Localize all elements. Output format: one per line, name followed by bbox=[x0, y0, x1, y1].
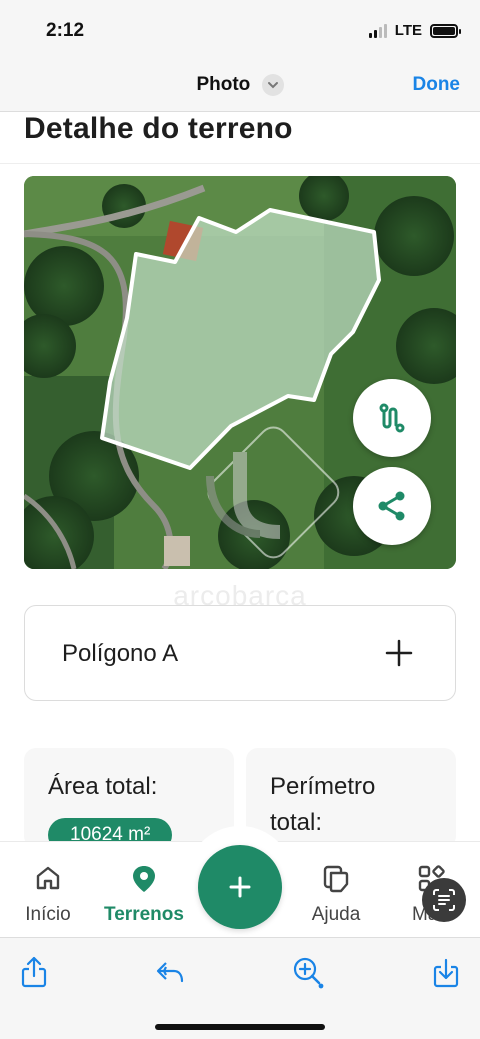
status-time: 2:12 bbox=[46, 20, 85, 41]
tab-inicio[interactable]: Início bbox=[8, 842, 88, 926]
home-icon bbox=[36, 866, 60, 890]
polygon-accordion[interactable]: Polígono A bbox=[24, 605, 456, 701]
share-button[interactable] bbox=[353, 467, 431, 545]
done-button[interactable]: Done bbox=[413, 74, 461, 96]
perimeter-total-label: Perímetro total: bbox=[270, 769, 375, 841]
perimeter-label-line1: Perímetro bbox=[270, 773, 376, 800]
plus-icon[interactable] bbox=[385, 639, 413, 667]
reply-button[interactable] bbox=[152, 954, 188, 990]
network-type: LTE bbox=[394, 22, 422, 39]
reply-icon bbox=[156, 962, 184, 983]
add-terrain-button[interactable] bbox=[198, 845, 282, 929]
area-total-card: Área total: 10624 m² bbox=[24, 748, 234, 852]
app-tab-bar: Início Terrenos Ajuda bbox=[0, 826, 480, 937]
live-text-button[interactable] bbox=[422, 878, 466, 922]
zoom-in-icon bbox=[293, 957, 324, 989]
status-bar: 2:12 LTE bbox=[0, 0, 480, 60]
page-title: Detalhe do terreno bbox=[24, 112, 293, 145]
battery-icon bbox=[430, 23, 461, 38]
route-icon bbox=[379, 403, 405, 433]
photo-title: Photo bbox=[196, 74, 251, 96]
divider bbox=[0, 163, 480, 164]
save-button[interactable] bbox=[428, 954, 464, 990]
terrain-map[interactable] bbox=[24, 176, 456, 569]
photo-viewer-toolbar bbox=[0, 937, 480, 1039]
tab-ajuda-label: Ajuda bbox=[311, 904, 361, 925]
status-indicators: LTE bbox=[368, 22, 461, 39]
polygon-name: Polígono A bbox=[62, 640, 179, 667]
share-icon bbox=[378, 491, 405, 521]
photo-title-menu[interactable]: Photo bbox=[0, 74, 480, 96]
cellular-signal-icon bbox=[368, 23, 387, 38]
map-pin-icon bbox=[133, 866, 155, 892]
photo-viewer-nav: Photo Done bbox=[0, 60, 480, 112]
perimeter-total-card: Perímetro total: bbox=[246, 748, 456, 848]
copy-icon bbox=[323, 865, 349, 893]
area-total-label: Área total: bbox=[48, 773, 158, 800]
home-indicator bbox=[155, 1024, 325, 1030]
live-text-icon bbox=[433, 889, 455, 911]
tab-ajuda[interactable]: Ajuda bbox=[296, 842, 376, 926]
tab-inicio-label: Início bbox=[25, 904, 71, 925]
route-button[interactable] bbox=[353, 379, 431, 457]
share-sheet-button[interactable] bbox=[16, 954, 52, 990]
share-sheet-icon bbox=[21, 956, 47, 988]
perimeter-label-line2: total: bbox=[270, 809, 323, 836]
tab-terrenos-label: Terrenos bbox=[104, 904, 184, 925]
plus-icon bbox=[229, 876, 251, 898]
zoom-button[interactable] bbox=[290, 954, 326, 990]
download-icon bbox=[433, 958, 459, 988]
chevron-down-icon bbox=[261, 74, 284, 96]
tab-terrenos[interactable]: Terrenos bbox=[96, 842, 192, 926]
